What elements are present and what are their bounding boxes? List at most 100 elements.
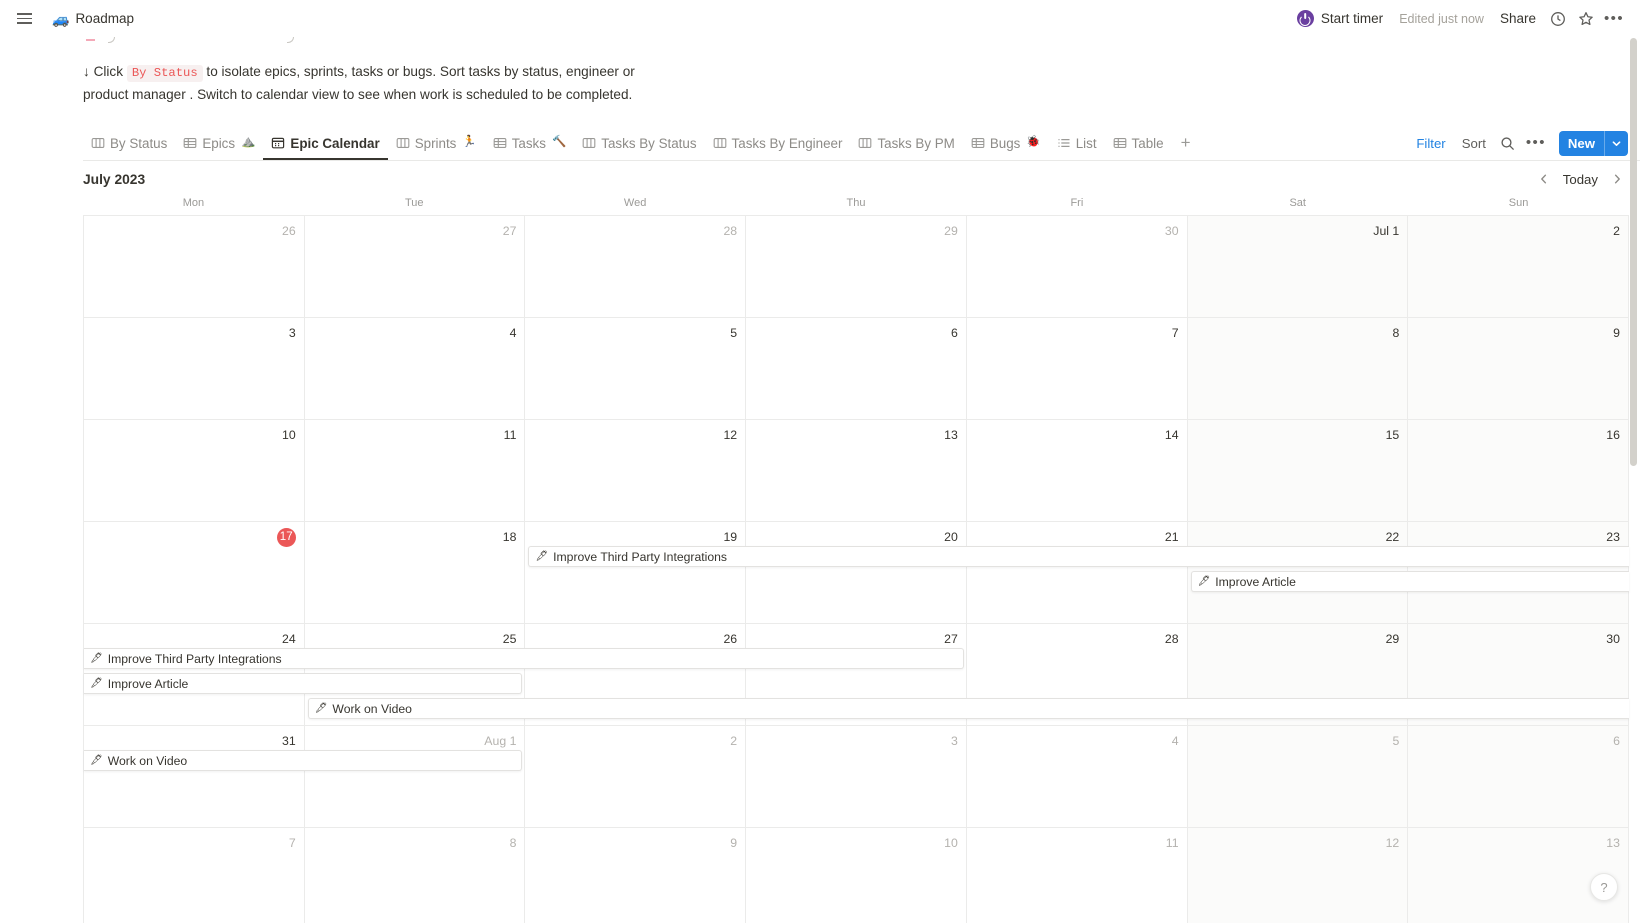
day-number: 4 [509,326,517,340]
tab-list[interactable]: List [1049,127,1105,160]
calendar-day-cell[interactable]: 5 [525,318,747,419]
calendar-day-cell[interactable]: 11 [305,420,526,521]
tab-tasks-by-engineer[interactable]: Tasks By Engineer [705,127,851,160]
calendar-day-cell[interactable]: 6 [1408,726,1629,827]
view-toolbar: Filter Sort ••• New [1409,130,1628,156]
calendar-day-cell[interactable]: 10 [84,420,305,521]
sort-button[interactable]: Sort [1455,133,1493,154]
calendar-day-cell[interactable]: 19 [525,522,747,623]
day-number: 10 [282,428,296,442]
calendar-day-cell[interactable]: 3 [746,726,967,827]
filter-button[interactable]: Filter [1409,133,1452,154]
edited-status[interactable]: Edited just now [1391,9,1492,29]
calendar-day-cell[interactable]: 2 [525,726,747,827]
calendar-day-cell[interactable]: 7 [84,828,305,923]
calendar-day-cell[interactable]: 16 [1408,420,1629,521]
table-icon [493,136,507,150]
calendar-day-cell[interactable]: 26 [84,216,305,317]
star-icon[interactable] [1572,5,1600,33]
calendar-event[interactable]: 🖋 Improve Article [1190,571,1629,592]
tab-bugs[interactable]: Bugs 🐞 [963,127,1049,160]
ellipsis-glyph: ••• [1604,9,1624,27]
calendar-day-cell[interactable]: 29 [746,216,967,317]
tab-tasks-by-pm[interactable]: Tasks By PM [850,127,962,160]
calendar-event[interactable]: 🖋 Improve Third Party Integrations [528,546,1629,567]
day-number: 6 [1613,734,1620,748]
new-button[interactable]: New [1558,130,1628,156]
calendar-day-cell[interactable]: Jul 1 [1187,216,1409,317]
clipped-mark-1 [86,39,95,41]
tab-epic-calendar[interactable]: Epic Calendar [263,127,388,160]
chevron-left-icon[interactable] [1533,167,1555,191]
page-scrollbar[interactable] [1629,0,1638,923]
tab-label: Sprints [414,135,457,151]
calendar-day-cell[interactable]: 4 [967,726,1188,827]
calendar-day-cell[interactable]: 27 [305,216,526,317]
calendar-event[interactable]: 🖋 Work on Video [307,698,1629,719]
calendar-day-cell[interactable]: 5 [1187,726,1409,827]
tab-tasks[interactable]: Tasks 🔨 [485,127,575,160]
calendar-event[interactable]: 🖋 Improve Third Party Integrations [84,648,964,669]
hamburger-icon[interactable] [12,7,36,31]
calendar-day-cell[interactable]: 14 [967,420,1188,521]
clock-icon[interactable] [1544,5,1572,33]
calendar-day-cell[interactable]: 4 [305,318,526,419]
pen-nib-icon: 🖋 [1197,575,1211,587]
calendar-day-cell[interactable]: 12 [1187,828,1409,923]
calendar-day-cell[interactable]: 21 [967,522,1188,623]
calendar-event[interactable]: 🖋 Improve Article [84,673,523,694]
today-button[interactable]: Today [1555,169,1606,190]
ladybug-icon: 🐞 [1026,136,1041,149]
chevron-right-icon[interactable] [1606,167,1628,191]
calendar-day-cell[interactable]: 8 [1187,318,1409,419]
calendar-day-cell[interactable]: 28 [525,216,747,317]
add-view-button[interactable]: + [1174,131,1198,155]
day-number: 23 [1606,530,1620,544]
scrollbar-thumb[interactable] [1630,38,1637,466]
day-number: 5 [1392,734,1400,748]
day-number: 3 [288,326,296,340]
calendar-day-cell[interactable]: 20 [746,522,967,623]
calendar-day-cell[interactable]: 3 [84,318,305,419]
view-options-ellipsis-icon[interactable]: ••• [1523,130,1549,156]
breadcrumb[interactable]: 🚙 Roadmap [52,11,134,26]
ellipsis-icon[interactable]: ••• [1600,5,1628,33]
calendar-event-title: Work on Video [332,701,412,716]
table-icon [1113,136,1127,150]
day-number: 9 [1613,326,1620,340]
search-icon[interactable] [1495,130,1521,156]
calendar-event-title: Improve Article [107,676,189,691]
day-number: 31 [282,734,296,748]
tab-by-status[interactable]: By Status [83,127,175,160]
board-icon [396,136,410,150]
tab-epics[interactable]: Epics ⛰️ [175,127,263,160]
share-button[interactable]: Share [1492,7,1544,30]
calendar-day-cell[interactable]: 11 [967,828,1188,923]
calendar-day-cell[interactable]: 15 [1187,420,1409,521]
calendar-day-cell[interactable]: 10 [746,828,967,923]
weekday-label: Wed [623,197,647,209]
tab-sprints[interactable]: Sprints 🏃 [388,127,485,160]
calendar-day-cell[interactable]: Aug 1 [305,726,526,827]
calendar-day-cell[interactable]: 7 [967,318,1188,419]
calendar-day-cell[interactable]: 9 [525,828,747,923]
inline-code-by-status[interactable]: By Status [126,65,203,82]
weekday-label: Mon [182,197,205,209]
calendar-day-cell[interactable]: 18 [305,522,526,623]
calendar-day-cell[interactable]: 17 [84,522,305,623]
calendar-event[interactable]: 🖋 Work on Video [84,750,523,771]
pen-nib-icon: 🖋 [314,702,328,714]
tab-tasks-by-status[interactable]: Tasks By Status [574,127,704,160]
start-timer-button[interactable]: Start timer [1289,7,1391,30]
calendar-day-cell[interactable]: 30 [967,216,1188,317]
help-button[interactable]: ? [1590,873,1618,901]
calendar-day-cell[interactable]: 2 [1408,216,1629,317]
calendar-day-cell[interactable]: 8 [305,828,526,923]
calendar-day-cell[interactable]: 31 [84,726,305,827]
calendar-day-cell[interactable]: 6 [746,318,967,419]
chevron-down-icon[interactable] [1605,131,1628,156]
calendar-day-cell[interactable]: 12 [525,420,747,521]
tab-table[interactable]: Table [1105,127,1172,160]
calendar-day-cell[interactable]: 13 [746,420,967,521]
calendar-day-cell[interactable]: 9 [1408,318,1629,419]
